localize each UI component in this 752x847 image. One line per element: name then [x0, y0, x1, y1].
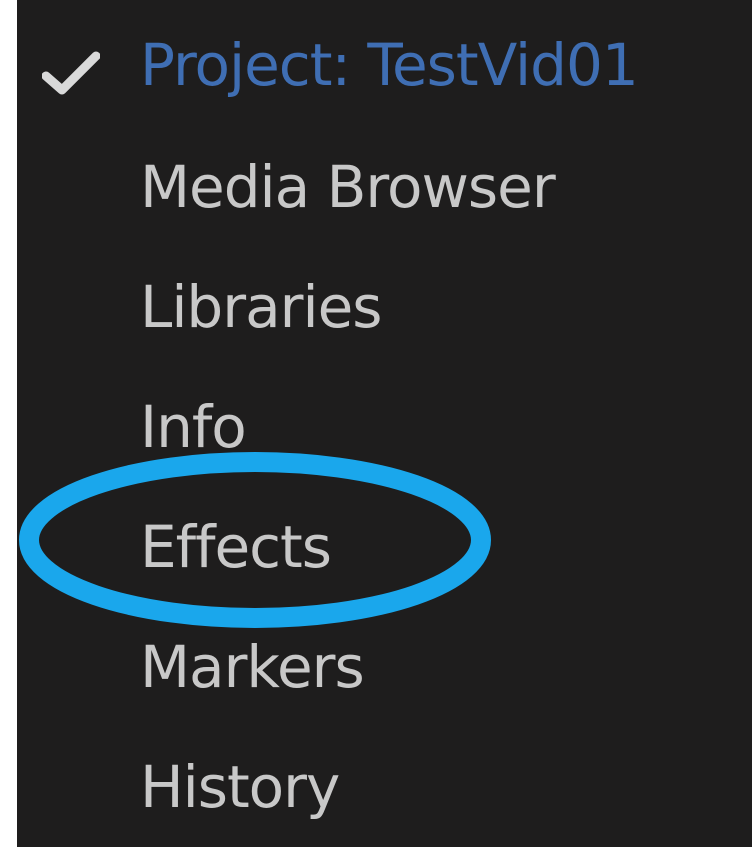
menu-item-project[interactable]: Project: TestVid01: [17, 0, 717, 120]
menu-item-label: Libraries: [140, 273, 382, 341]
window-menu: Project: TestVid01 Media Browser Librari…: [17, 0, 752, 847]
menu-item-info[interactable]: Info: [17, 360, 717, 480]
menu-item-label: Effects: [140, 513, 332, 581]
menu-item-history[interactable]: History: [17, 720, 717, 840]
menu-item-label: Info: [140, 393, 247, 461]
menu-item-effects[interactable]: Effects: [17, 480, 717, 600]
menu-item-libraries[interactable]: Libraries: [17, 240, 717, 360]
menu-item-label: Markers: [140, 633, 365, 701]
menu-item-label: Media Browser: [140, 153, 556, 221]
menu-item-label: History: [140, 753, 340, 821]
checkmark-icon: [42, 51, 100, 95]
menu-item-label: Project: TestVid01: [140, 31, 639, 99]
menu-item-markers[interactable]: Markers: [17, 600, 717, 720]
menu-item-media-browser[interactable]: Media Browser: [17, 120, 717, 240]
